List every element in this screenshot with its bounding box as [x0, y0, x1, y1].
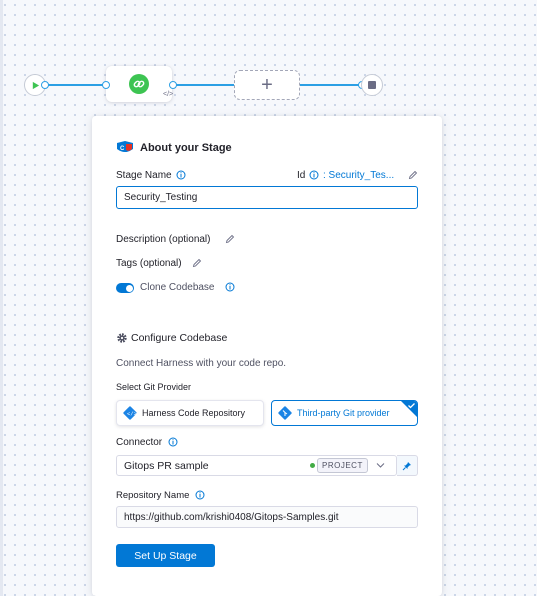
stage-badge [129, 74, 149, 94]
stage-left-port [102, 81, 110, 89]
description-label[interactable]: Description (optional) [116, 234, 211, 245]
start-port [41, 81, 49, 89]
repository-name-label: Repository Name [116, 490, 190, 501]
stop-icon [368, 81, 376, 89]
provider-label-harness: Harness Code Repository [142, 408, 246, 418]
stage-code-glyph: </> [163, 91, 174, 98]
chevron-down-icon[interactable] [376, 462, 385, 469]
provider-card-harness[interactable]: </> Harness Code Repository [116, 400, 264, 426]
checkmark-icon [408, 403, 415, 409]
repository-name-input[interactable]: https://github.com/krishi0408/Gitops-Sam… [116, 506, 418, 528]
pipeline-link-1 [46, 84, 106, 86]
gear-icon [117, 333, 127, 343]
configure-codebase-title: Configure Codebase [131, 332, 228, 344]
connector-value: Gitops PR sample [124, 459, 209, 472]
pencil-icon[interactable] [408, 170, 418, 180]
id-value: : Security_Tes... [323, 170, 395, 181]
connect-description: Connect Harness with your code repo. [116, 358, 287, 369]
svg-text:</>: </> [127, 411, 137, 418]
stage-name-label: Stage Name [116, 170, 172, 181]
play-icon [32, 81, 39, 89]
stage-name-input[interactable]: Security_Testing [116, 186, 418, 209]
pipeline-link-3 [300, 84, 361, 86]
plus-icon: + [261, 73, 273, 96]
connector-status-dot [310, 463, 315, 468]
stage-right-port [169, 81, 177, 89]
harness-code-icon: </> [123, 406, 137, 420]
select-git-provider-label: Select Git Provider [116, 382, 192, 392]
tags-label[interactable]: Tags (optional) [116, 258, 182, 269]
connector-scope-tag: PROJECT [317, 458, 368, 473]
id-info-icon[interactable] [309, 170, 319, 180]
provider-label-third-party: Third-party Git provider [297, 408, 390, 418]
pin-icon [402, 461, 411, 470]
provider-card-third-party[interactable]: Third-party Git provider [271, 400, 418, 426]
repository-info-icon[interactable] [195, 490, 205, 500]
info-icon[interactable] [176, 170, 186, 180]
description-pencil-icon[interactable] [225, 234, 235, 244]
pin-button[interactable] [397, 455, 418, 476]
set-up-stage-button[interactable]: Set Up Stage [116, 544, 215, 567]
canvas-left-border [0, 0, 3, 596]
clone-codebase-toggle[interactable] [116, 283, 134, 293]
toggle-knob [125, 284, 133, 292]
git-icon [278, 406, 292, 420]
pipeline-end-node [361, 74, 383, 96]
add-stage-button[interactable]: + [234, 70, 300, 100]
connector-info-icon[interactable] [168, 437, 178, 447]
tags-pencil-icon[interactable] [192, 258, 202, 268]
svg-text:C: C [120, 146, 125, 152]
link-icon [133, 80, 145, 88]
pipeline-link-2 [172, 84, 234, 86]
clone-info-icon[interactable] [225, 282, 235, 292]
clone-codebase-label: Clone Codebase [140, 282, 215, 293]
ci-logo-icon: C [117, 141, 133, 152]
about-stage-panel: C About your Stage Stage Name Id : Secur… [92, 116, 442, 596]
connector-label: Connector [116, 437, 163, 448]
panel-title: About your Stage [140, 142, 232, 154]
id-label: Id [297, 170, 306, 181]
